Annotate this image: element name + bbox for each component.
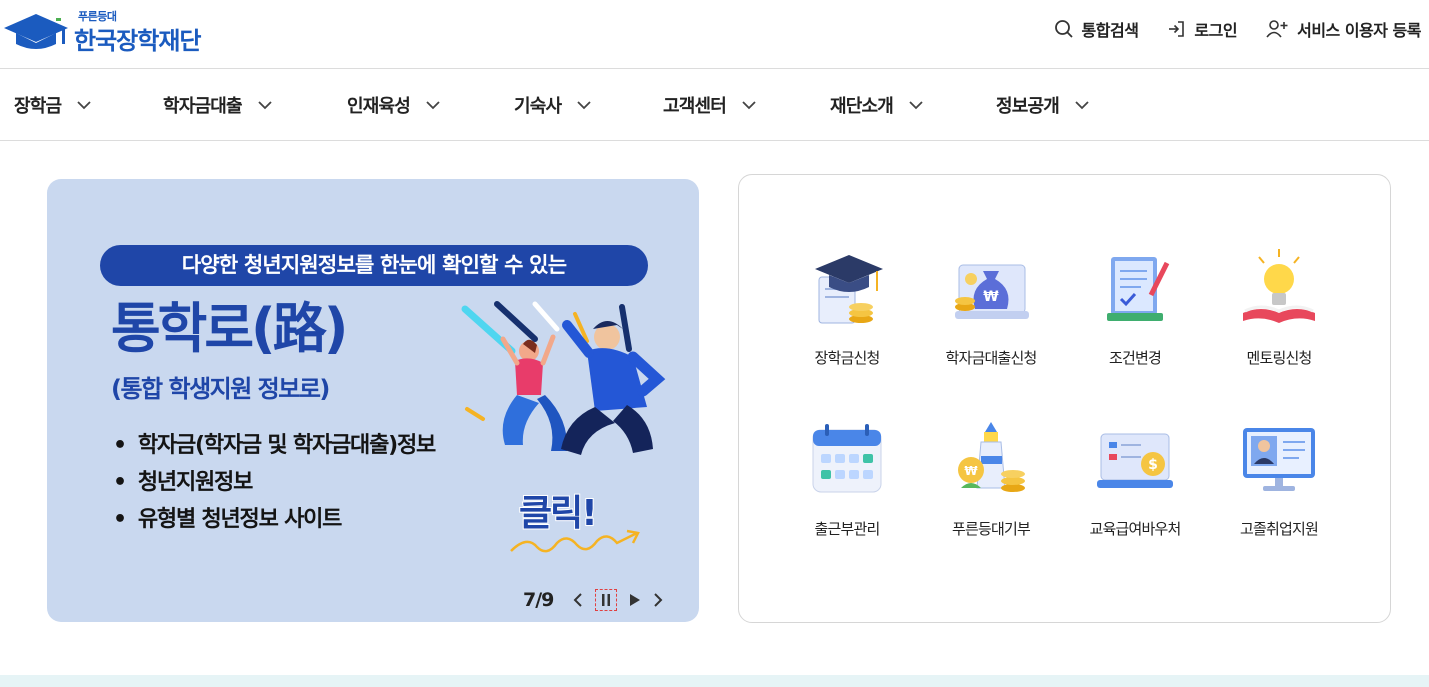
quick-label: 학자금대출신청 bbox=[945, 349, 1037, 367]
quick-attendance-manage[interactable]: 출근부관리 bbox=[782, 418, 912, 558]
quick-label: 고졸취업지원 bbox=[1239, 520, 1319, 538]
nav-item-customer-center[interactable]: 고객센터 bbox=[663, 92, 756, 118]
utility-nav: 통합검색 로그인 서비스 이용자 등록 bbox=[1026, 16, 1421, 42]
quick-donation[interactable]: ₩ 푸른등대기부 bbox=[926, 418, 1056, 558]
svg-text:₩: ₩ bbox=[964, 464, 978, 478]
chevron-down-icon bbox=[77, 100, 91, 109]
nav-item-disclosure[interactable]: 정보공개 bbox=[996, 92, 1089, 118]
quick-scholarship-apply[interactable]: 장학금신청 bbox=[782, 247, 912, 387]
quick-condition-change[interactable]: 조건변경 bbox=[1070, 247, 1200, 387]
document-edit-icon bbox=[1107, 257, 1170, 321]
slide-counter: 7/9 bbox=[523, 589, 554, 611]
banner-pill-text: 다양한 청년지원정보를 한눈에 확인할 수 있는 bbox=[100, 245, 648, 286]
chevron-down-icon bbox=[909, 100, 923, 109]
next-section-edge bbox=[0, 675, 1429, 687]
quick-loan-apply[interactable]: ₩ 학자금대출신청 bbox=[926, 247, 1056, 387]
quick-label: 장학금신청 bbox=[814, 349, 880, 367]
chevron-down-icon bbox=[426, 100, 440, 109]
calendar-icon bbox=[812, 424, 882, 493]
nav-label: 재단소개 bbox=[830, 96, 894, 117]
job-monitor-icon bbox=[1243, 428, 1315, 491]
chevron-left-icon bbox=[573, 593, 583, 607]
quick-menu-panel: 장학금신청 ₩ 학자금대출신청 조건변경 멘토링신청 출근부관리 ₩ 푸른등대기… bbox=[738, 174, 1391, 623]
login-link[interactable]: 로그인 bbox=[1166, 17, 1238, 41]
quick-label: 교육급여바우처 bbox=[1089, 520, 1181, 538]
quick-label: 푸른등대기부 bbox=[951, 520, 1031, 538]
banner-bullet-list: 학자금(학자금 및 학자금대출)정보 청년지원정보 유형별 청년정보 사이트 bbox=[113, 427, 436, 538]
integrated-search-link[interactable]: 통합검색 bbox=[1054, 17, 1139, 41]
next-slide-button[interactable] bbox=[653, 592, 663, 608]
nav-label: 인재육성 bbox=[347, 96, 411, 117]
graduation-cap-icon bbox=[815, 255, 883, 324]
nav-label: 장학금 bbox=[14, 96, 62, 117]
banner-bullet: 유형별 청년정보 사이트 bbox=[113, 501, 435, 538]
nav-label: 기숙사 bbox=[514, 96, 562, 117]
nav-item-student-loan[interactable]: 학자금대출 bbox=[163, 92, 272, 118]
service-user-register-link[interactable]: 서비스 이용자 등록 bbox=[1265, 17, 1421, 41]
nav-item-about[interactable]: 재단소개 bbox=[830, 92, 923, 118]
nav-label: 학자금대출 bbox=[163, 96, 243, 117]
nav-item-talent[interactable]: 인재육성 bbox=[347, 92, 440, 118]
play-icon bbox=[630, 594, 641, 606]
search-icon bbox=[1054, 20, 1073, 38]
svg-text:$: $ bbox=[1148, 457, 1158, 473]
quick-highschool-employment[interactable]: 고졸취업지원 bbox=[1214, 418, 1344, 558]
nav-label: 고객센터 bbox=[663, 96, 727, 117]
money-bag-icon: ₩ bbox=[955, 264, 1029, 319]
quick-label: 멘토링신청 bbox=[1246, 349, 1312, 367]
lighthouse-coins-icon: ₩ bbox=[958, 422, 1025, 492]
prev-slide-button[interactable] bbox=[573, 592, 583, 608]
banner-title: 통학로(路) bbox=[111, 297, 348, 360]
nav-item-scholarship[interactable]: 장학금 bbox=[14, 92, 91, 118]
nav-label: 정보공개 bbox=[996, 96, 1060, 117]
play-slide-button[interactable] bbox=[629, 593, 641, 607]
util-label-login: 로그인 bbox=[1194, 21, 1238, 40]
lightbulb-book-icon bbox=[1243, 249, 1315, 323]
chevron-right-icon bbox=[654, 593, 663, 607]
main-nav: 장학금 학자금대출 인재육성 기숙사 고객센터 재단소개 정보공개 bbox=[0, 70, 1429, 141]
pause-slide-button[interactable] bbox=[595, 589, 618, 611]
chevron-down-icon bbox=[577, 100, 591, 109]
banner-bullet: 학자금(학자금 및 학자금대출)정보 bbox=[113, 427, 436, 464]
quick-mentoring-apply[interactable]: 멘토링신청 bbox=[1214, 247, 1344, 387]
chevron-down-icon bbox=[742, 100, 756, 109]
login-icon bbox=[1169, 21, 1185, 37]
graduation-cap-logo-icon bbox=[2, 6, 72, 54]
util-label-search: 통합검색 bbox=[1081, 21, 1139, 40]
squiggle-arrow-decoration bbox=[510, 529, 640, 553]
banner-pager: 7/9 bbox=[523, 589, 675, 611]
chevron-down-icon bbox=[258, 100, 272, 109]
banner-subtitle: (통합 학생지원 정보로) bbox=[111, 375, 330, 403]
banner-bullet: 청년지원정보 bbox=[113, 464, 435, 501]
util-label-register: 서비스 이용자 등록 bbox=[1297, 21, 1421, 40]
quick-label: 출근부관리 bbox=[814, 520, 880, 538]
user-add-icon bbox=[1266, 20, 1288, 38]
svg-text:₩: ₩ bbox=[983, 289, 999, 305]
main-banner-slide[interactable]: 다양한 청년지원정보를 한눈에 확인할 수 있는 통학로(路) (통합 학생지원… bbox=[47, 179, 699, 622]
quick-label: 조건변경 bbox=[1108, 349, 1162, 367]
jumping-students-illustration bbox=[461, 301, 666, 455]
voucher-icon: $ bbox=[1097, 433, 1173, 488]
nav-item-dormitory[interactable]: 기숙사 bbox=[514, 92, 591, 118]
logo-title: 한국장학재단 bbox=[74, 27, 201, 55]
site-header: 푸른등대 한국장학재단 통합검색 로그인 서비스 이용자 등록 bbox=[0, 0, 1429, 69]
quick-education-voucher[interactable]: $ 교육급여바우처 bbox=[1070, 418, 1200, 558]
chevron-down-icon bbox=[1075, 100, 1089, 109]
pause-icon bbox=[602, 594, 611, 606]
site-logo[interactable]: 푸른등대 한국장학재단 bbox=[2, 6, 201, 55]
